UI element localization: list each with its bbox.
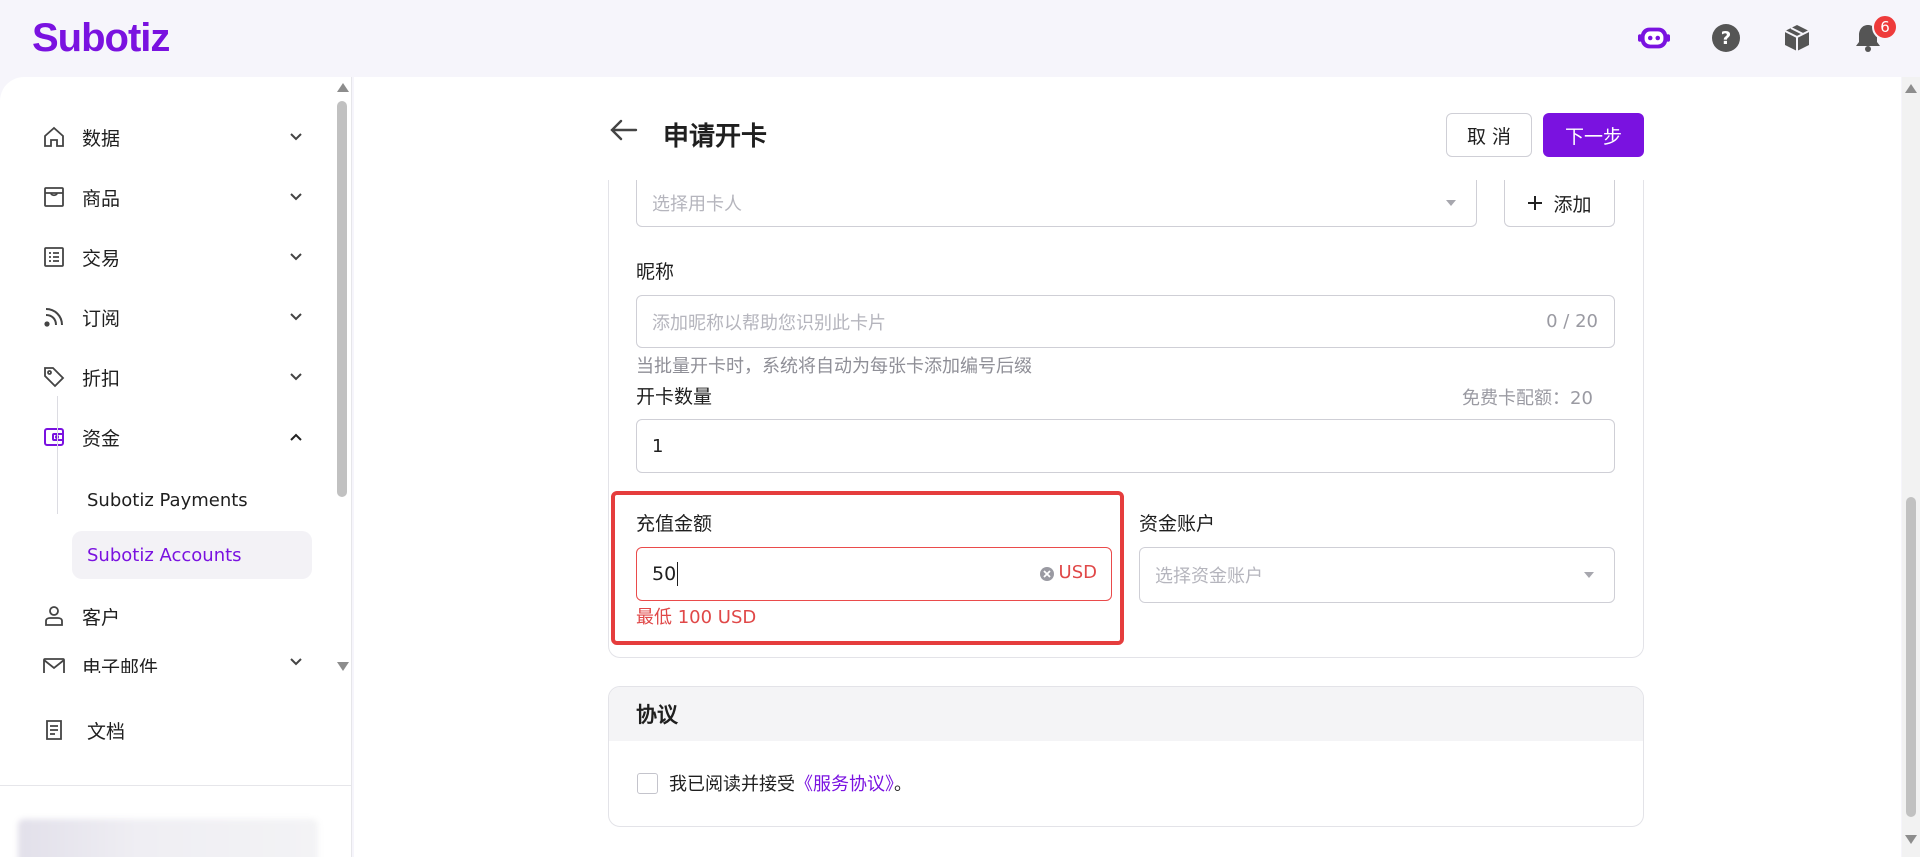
chevron-down-icon (287, 368, 305, 386)
sidebar-subitem-subotiz-accounts[interactable]: Subotiz Accounts (72, 531, 312, 579)
help-icon[interactable]: ? (1710, 22, 1742, 54)
scroll-down-arrow-icon[interactable] (337, 662, 349, 671)
package-icon[interactable] (1781, 22, 1813, 54)
user-icon (40, 602, 68, 630)
service-agreement-link[interactable]: 《服务协议》 (795, 774, 894, 795)
document-icon (40, 716, 68, 744)
chevron-down-icon (287, 248, 305, 266)
sidebar-item-label: 订阅 (82, 307, 121, 330)
scroll-up-arrow-icon[interactable] (337, 83, 349, 92)
caret-down-icon (1446, 200, 1456, 206)
chevron-down-icon (287, 308, 305, 326)
cardholder-placeholder: 选择用卡人 (652, 194, 742, 215)
sidebar-item-transactions[interactable]: 交易 (40, 235, 305, 279)
submenu-guide-line (57, 396, 58, 514)
amount-label: 充值金额 (636, 513, 713, 535)
amount-unit: USD (1058, 562, 1097, 583)
scroll-down-arrow-icon[interactable] (1905, 835, 1917, 844)
scroll-up-arrow-icon[interactable] (1905, 84, 1917, 93)
tag-icon (40, 363, 68, 391)
store-icon (40, 183, 68, 211)
free-quota-text: 免费卡配额：20 (1462, 388, 1593, 409)
mail-icon (40, 653, 68, 673)
text-cursor (677, 562, 679, 586)
nickname-input[interactable]: 添加昵称以帮助您识别此卡片 0 / 20 (636, 295, 1615, 348)
sidebar-subitem-subotiz-payments[interactable]: Subotiz Payments (72, 476, 312, 524)
agreement-checkbox[interactable] (637, 773, 658, 794)
back-arrow-icon[interactable] (608, 118, 638, 147)
wallet-icon (40, 423, 68, 451)
sidebar-item-label: 折扣 (82, 367, 121, 390)
sidebar-item-docs[interactable]: 文档 (40, 708, 305, 752)
top-bar: Subotiz ? 6 (0, 0, 1920, 77)
sidebar-item-label: 电子邮件 (82, 657, 159, 673)
sidebar-item-label: 商品 (82, 187, 121, 210)
cancel-button[interactable]: 取 消 (1446, 113, 1532, 157)
scroll-thumb[interactable] (1906, 497, 1916, 817)
svg-text:?: ? (1721, 28, 1731, 49)
sidebar-item-email[interactable]: 电子邮件 (40, 653, 305, 673)
fund-account-label: 资金账户 (1139, 513, 1216, 535)
sidebar-item-label: 数据 (82, 127, 121, 150)
blurred-user-info[interactable] (18, 819, 318, 857)
app-logo[interactable]: Subotiz (32, 16, 170, 61)
nickname-placeholder: 添加昵称以帮助您识别此卡片 (652, 312, 886, 334)
recharge-amount-input[interactable]: 50 USD (636, 547, 1112, 601)
notification-badge: 6 (1872, 14, 1898, 40)
sidebar-item-products[interactable]: 商品 (40, 175, 305, 219)
cardholder-select[interactable]: 选择用卡人 (636, 180, 1477, 227)
chevron-down-icon (287, 188, 305, 206)
page-header: 申请开卡 取 消 下一步 (608, 108, 1644, 158)
sidebar-scrollbar[interactable] (334, 77, 350, 677)
home-icon (40, 123, 68, 151)
sidebar-item-label: 客户 (82, 606, 121, 629)
nickname-label: 昵称 (636, 261, 675, 283)
sidebar-item-data[interactable]: 数据 (40, 115, 305, 159)
plus-icon (1527, 195, 1543, 211)
chevron-down-icon (287, 128, 305, 146)
list-icon (40, 243, 68, 271)
sidebar-divider (0, 785, 352, 786)
agreement-text-prefix: 我已阅读并接受 (669, 774, 795, 795)
quantity-label: 开卡数量 (636, 386, 713, 408)
scroll-thumb[interactable] (337, 101, 347, 497)
notification-bell-icon[interactable]: 6 (1852, 14, 1898, 54)
fund-account-placeholder: 选择资金账户 (1155, 566, 1263, 587)
page-title: 申请开卡 (663, 122, 768, 152)
agreement-text: 我已阅读并接受《服务协议》。 (669, 770, 912, 796)
amount-error-message: 最低 100 USD (636, 607, 757, 628)
clear-input-icon[interactable] (1039, 565, 1055, 587)
agreement-section: 协议 我已阅读并接受《服务协议》。 (608, 686, 1644, 827)
caret-down-icon (1584, 572, 1594, 578)
sidebar-item-label: 交易 (82, 247, 121, 270)
sidebar-item-label: 文档 (87, 720, 126, 743)
add-label: 添加 (1553, 193, 1592, 216)
nickname-char-counter: 0 / 20 (1546, 311, 1598, 332)
sidebar-item-subscriptions[interactable]: 订阅 (40, 295, 305, 339)
rss-icon (40, 303, 68, 331)
chevron-up-icon (287, 428, 305, 446)
quantity-input[interactable]: 1 (636, 419, 1615, 473)
quantity-value: 1 (652, 435, 664, 457)
sidebar-item-discounts[interactable]: 折扣 (40, 355, 305, 399)
sidebar-item-funds[interactable]: 资金 (40, 415, 305, 459)
amount-value: 50 (652, 563, 677, 585)
batch-hint-text: 当批量开卡时，系统将自动为每张卡添加编号后缀 (636, 356, 1032, 377)
sidebar-item-label: 资金 (82, 427, 121, 450)
add-cardholder-button[interactable]: 添加 (1504, 180, 1615, 227)
main-scrollbar[interactable] (1902, 77, 1920, 857)
assistant-bot-icon[interactable] (1638, 22, 1670, 54)
fund-account-select[interactable]: 选择资金账户 (1139, 547, 1615, 603)
next-step-button[interactable]: 下一步 (1543, 113, 1644, 157)
sidebar-item-customers[interactable]: 客户 (40, 594, 305, 638)
agreement-title: 协议 (609, 687, 1643, 741)
chevron-down-icon (287, 653, 305, 671)
agreement-text-suffix: 。 (894, 774, 912, 795)
